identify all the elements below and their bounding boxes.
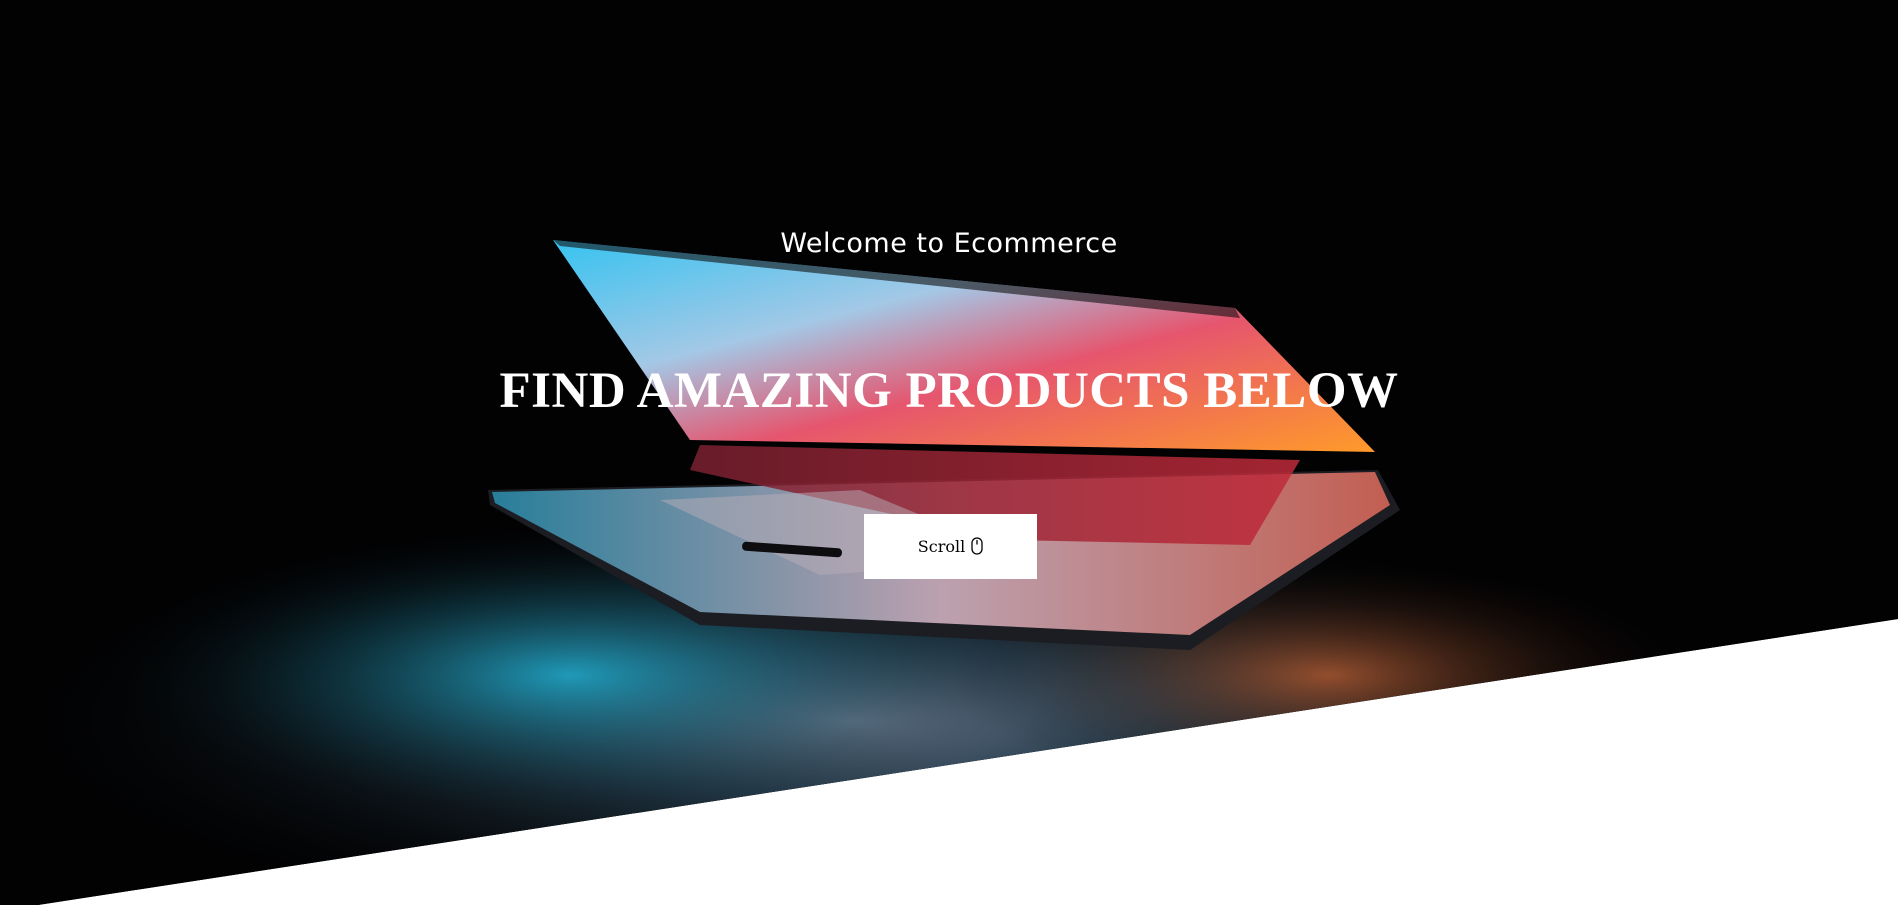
laptop-background-image (0, 0, 1898, 905)
hero-headline: FIND AMAZING PRODUCTS BELOW (499, 363, 1399, 419)
mouse-icon (971, 536, 983, 555)
scroll-button-label: Scroll (917, 537, 966, 556)
welcome-text: Welcome to Ecommerce (780, 228, 1118, 259)
scroll-button[interactable]: Scroll (864, 514, 1037, 579)
hero-banner: Welcome to Ecommerce FIND AMAZING PRODUC… (0, 0, 1898, 905)
